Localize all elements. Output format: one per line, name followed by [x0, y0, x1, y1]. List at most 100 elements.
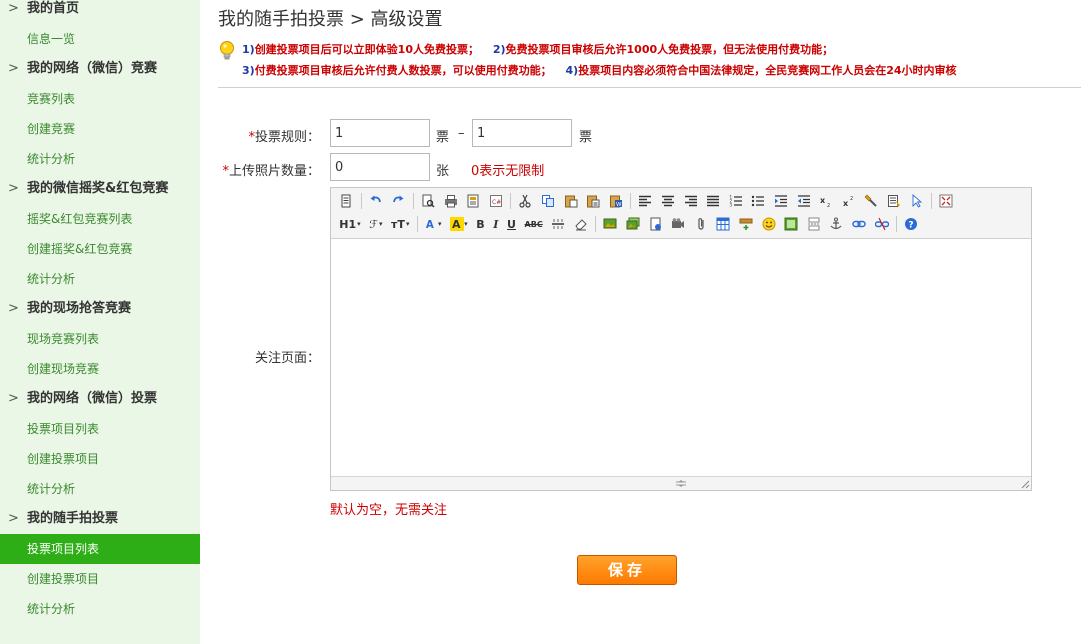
- strikethrough-button[interactable]: ABC: [523, 215, 545, 233]
- nav-item-photo-vote-list[interactable]: 投票项目列表: [0, 534, 200, 564]
- bold-button[interactable]: B: [474, 215, 486, 233]
- cursor-icon[interactable]: [908, 192, 926, 210]
- chevron-right-icon: >: [8, 181, 19, 196]
- align-center-icon[interactable]: [659, 192, 677, 210]
- font-size-dropdown[interactable]: тT ▾: [389, 215, 411, 233]
- resize-corner-icon[interactable]: [1021, 480, 1030, 489]
- editor-toolbar: C# W 123 x2 x2 H1 ▾ ℱ ▾ тT ▾ A ▾ A ▾ B I…: [331, 188, 1031, 239]
- editor-content-area[interactable]: [331, 239, 1031, 476]
- header-divider: [218, 87, 1081, 88]
- nav-item-contest-list[interactable]: 竞赛列表: [0, 84, 200, 114]
- paste-text-icon[interactable]: [584, 192, 602, 210]
- link-icon[interactable]: [850, 215, 868, 233]
- nav-group-home[interactable]: > 我的首页: [0, 0, 200, 24]
- svg-text:C#: C#: [492, 199, 501, 206]
- editor-statusbar: [331, 476, 1031, 490]
- align-justify-icon[interactable]: [704, 192, 722, 210]
- attachment-icon[interactable]: [692, 215, 710, 233]
- nav-group-onsite-contest[interactable]: > 我的现场抢答竞赛: [0, 294, 200, 324]
- preview-icon[interactable]: [419, 192, 437, 210]
- unordered-list-icon[interactable]: [749, 192, 767, 210]
- nav-item-create-vote[interactable]: 创建投票项目: [0, 444, 200, 474]
- nav-item-info-overview[interactable]: 信息一览: [0, 24, 200, 54]
- nav-group-lottery-contest[interactable]: > 我的微信摇奖&红包竞赛: [0, 174, 200, 204]
- toolbar-row-2: H1 ▾ ℱ ▾ тT ▾ A ▾ A ▾ B I U ABC ?: [335, 213, 923, 235]
- nav-item-vote-stats[interactable]: 统计分析: [0, 474, 200, 504]
- print-icon[interactable]: [442, 192, 460, 210]
- nav-item-lottery-list[interactable]: 摇奖&红包竞赛列表: [0, 204, 200, 234]
- insert-flash-icon[interactable]: [647, 215, 665, 233]
- photo-count-label: *上传照片数量：: [218, 160, 320, 179]
- nav-group-photo-vote[interactable]: > 我的随手拍投票: [0, 504, 200, 534]
- vote-rule-max-input[interactable]: [472, 119, 572, 147]
- eraser-icon[interactable]: [572, 215, 590, 233]
- nav-group-network-vote[interactable]: > 我的网络（微信）投票: [0, 384, 200, 414]
- photo-count-input[interactable]: [330, 153, 430, 181]
- insert-video-icon[interactable]: [669, 215, 687, 233]
- nav-item-vote-list[interactable]: 投票项目列表: [0, 414, 200, 444]
- copy-icon[interactable]: [539, 192, 557, 210]
- insert-multiple-images-icon[interactable]: [624, 215, 642, 233]
- template-icon[interactable]: [464, 192, 482, 210]
- outdent-icon[interactable]: [795, 192, 813, 210]
- toolbar-separator: [630, 193, 632, 209]
- chevron-down-icon: ▾: [378, 220, 383, 228]
- vote-unit: 票: [579, 130, 593, 145]
- emoticon-icon[interactable]: [760, 215, 778, 233]
- ordered-list-icon[interactable]: 123: [727, 192, 745, 210]
- horizontal-rule-icon[interactable]: [549, 215, 567, 233]
- insert-row-icon[interactable]: [737, 215, 755, 233]
- nav-item-lottery-stats[interactable]: 统计分析: [0, 264, 200, 294]
- resize-grip-icon[interactable]: [675, 480, 687, 487]
- fullscreen-icon[interactable]: [937, 192, 955, 210]
- nav-item-create-lottery[interactable]: 创建摇奖&红包竞赛: [0, 234, 200, 264]
- redo-icon[interactable]: [389, 192, 407, 210]
- source-icon[interactable]: [337, 192, 355, 210]
- format-painter-icon[interactable]: [862, 192, 880, 210]
- insert-table-icon[interactable]: [714, 215, 732, 233]
- nav-group-label: 我的随手拍投票: [27, 511, 119, 526]
- help-icon[interactable]: ?: [902, 215, 920, 233]
- page-break-icon[interactable]: [805, 215, 823, 233]
- indent-icon[interactable]: [772, 192, 790, 210]
- background-color-button[interactable]: A ▾: [448, 215, 470, 233]
- tip-number: 1): [242, 43, 255, 56]
- select-all-icon[interactable]: [885, 192, 903, 210]
- insert-image-icon[interactable]: [601, 215, 619, 233]
- font-color-icon: A: [426, 220, 434, 231]
- nav-group-network-contest[interactable]: > 我的网络（微信）竞赛: [0, 54, 200, 84]
- italic-button[interactable]: I: [491, 215, 500, 233]
- unlink-icon[interactable]: [873, 215, 891, 233]
- nav-item-onsite-list[interactable]: 现场竞赛列表: [0, 324, 200, 354]
- chevron-down-icon: ▾: [405, 220, 410, 228]
- undo-icon[interactable]: [367, 192, 385, 210]
- font-size-dropdown-label: тT: [391, 217, 405, 231]
- heading-dropdown[interactable]: H1 ▾: [337, 215, 362, 233]
- toolbar-separator: [510, 193, 512, 209]
- superscript-icon[interactable]: x2: [840, 192, 858, 210]
- align-right-icon[interactable]: [682, 192, 700, 210]
- cut-icon[interactable]: [516, 192, 534, 210]
- tip-text: 付费投票项目审核后允许付费人数投票，可以使用付费功能；: [254, 64, 552, 77]
- nav-item-photo-vote-stats[interactable]: 统计分析: [0, 594, 200, 624]
- paste-word-icon[interactable]: W: [607, 192, 625, 210]
- subscript-icon[interactable]: x2: [817, 192, 835, 210]
- save-button[interactable]: 保存: [577, 555, 677, 585]
- insert-map-icon[interactable]: [782, 215, 800, 233]
- anchor-icon[interactable]: [827, 215, 845, 233]
- font-color-button[interactable]: A ▾: [423, 215, 444, 233]
- nav-item-create-onsite[interactable]: 创建现场竞赛: [0, 354, 200, 384]
- code-icon[interactable]: C#: [487, 192, 505, 210]
- paste-icon[interactable]: [562, 192, 580, 210]
- nav-item-create-contest[interactable]: 创建竞赛: [0, 114, 200, 144]
- svg-text:W: W: [616, 202, 622, 208]
- svg-text:x: x: [820, 196, 826, 205]
- chevron-right-icon: >: [8, 1, 19, 16]
- font-family-dropdown[interactable]: ℱ ▾: [367, 215, 384, 233]
- nav-item-contest-stats[interactable]: 统计分析: [0, 144, 200, 174]
- align-left-icon[interactable]: [636, 192, 654, 210]
- nav-item-create-photo-vote[interactable]: 创建投票项目: [0, 564, 200, 594]
- tip-line-2: 3)付费投票项目审核后允许付费人数投票，可以使用付费功能； 4)投票项目内容必须…: [242, 62, 957, 78]
- underline-button[interactable]: U: [505, 215, 518, 233]
- vote-rule-min-input[interactable]: [330, 119, 430, 147]
